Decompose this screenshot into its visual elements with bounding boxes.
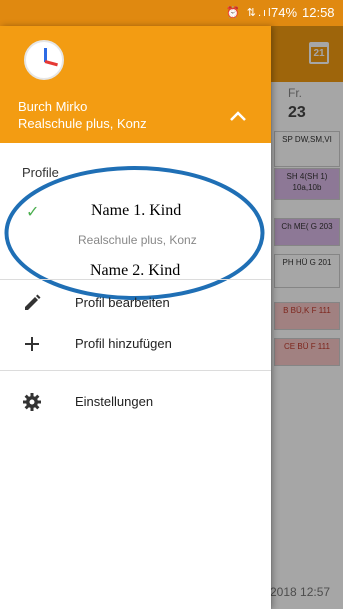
menu-label: Profil bearbeiten (75, 295, 170, 310)
battery-level: 74% (271, 5, 298, 20)
pencil-icon (25, 294, 41, 310)
chevron-up-icon[interactable] (228, 106, 248, 126)
plus-icon (25, 337, 39, 351)
gear-icon (23, 393, 41, 411)
user-name: Burch Mirko (18, 99, 88, 114)
menu-item-add-profile[interactable]: Profil hinzufügen (0, 324, 271, 364)
clock-logo-icon (24, 40, 64, 80)
menu-item-settings[interactable]: Einstellungen (0, 382, 271, 422)
drawer-header: Burch Mirko Realschule plus, Konz (0, 26, 271, 143)
menu-label: Profil hinzufügen (75, 336, 172, 351)
navigation-drawer: Burch Mirko Realschule plus, Konz Profil… (0, 26, 271, 609)
status-icons: ⏰ ⇅.ıl (226, 7, 273, 19)
status-bar: ⏰ ⇅.ıl 74% 12:58 (0, 0, 343, 26)
user-school: Realschule plus, Konz (18, 116, 147, 131)
divider (0, 370, 271, 371)
clock: 12:58 (302, 5, 335, 20)
divider (0, 279, 271, 280)
menu-item-edit-profile[interactable]: Profil bearbeiten (0, 283, 271, 323)
menu-label: Einstellungen (75, 394, 154, 409)
annotation-ellipse (4, 166, 265, 300)
